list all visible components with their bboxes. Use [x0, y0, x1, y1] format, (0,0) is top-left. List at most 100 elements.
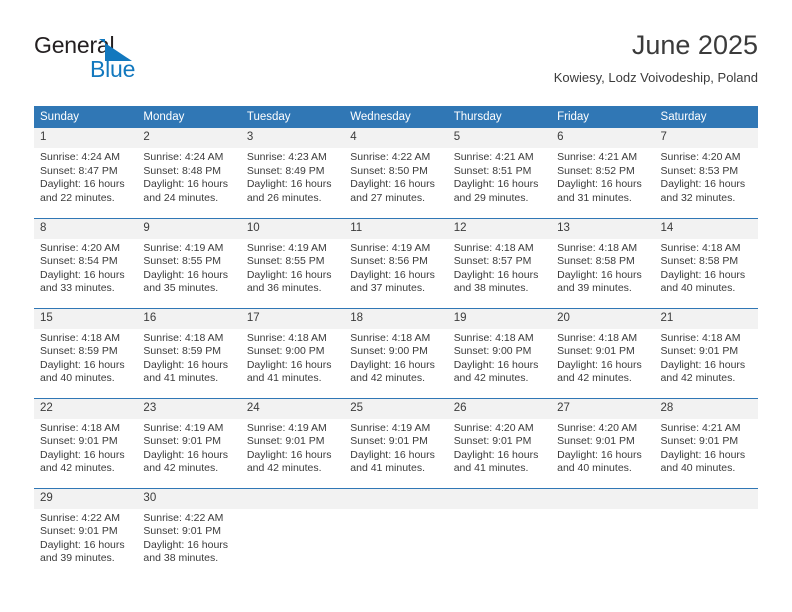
- calendar-day-cell[interactable]: 12 Sunrise: 4:18 AM Sunset: 8:57 PM Dayligh…: [447, 217, 552, 308]
- page-subtitle: Kowiesy, Lodz Voivodeship, Poland: [553, 70, 758, 85]
- day-details: Sunrise: 4:18 AM Sunset: 9:01 PM Daylight:…: [34, 419, 137, 476]
- day-details: Sunrise: 4:18 AM Sunset: 9:00 PM Daylight:…: [344, 329, 447, 386]
- sunrise-text: Sunrise: 4:20 AM: [557, 421, 638, 434]
- sunset-text: Sunset: 8:54 PM: [40, 255, 118, 268]
- calendar-day-cell[interactable]: 13 Sunrise: 4:18 AM Sunset: 8:58 PM Dayligh…: [551, 217, 655, 308]
- daylight-line2-text: and 38 minutes.: [143, 552, 219, 565]
- sunset-text: Sunset: 8:47 PM: [40, 164, 118, 177]
- weekday-header-monday: Monday: [137, 106, 241, 128]
- sunset-text: Sunset: 8:59 PM: [143, 345, 222, 358]
- calendar-day-cell[interactable]: 11 Sunrise: 4:19 AM Sunset: 8:56 PM Dayligh…: [344, 217, 448, 308]
- calendar-day-cell[interactable]: 6 Sunrise: 4:21 AM Sunset: 8:52 PM Daylight…: [551, 128, 655, 218]
- daylight-line2-text: and 42 minutes.: [40, 462, 115, 475]
- daylight-line1-text: Daylight: 16 hours: [40, 538, 125, 551]
- daylight-line2-text: and 22 minutes.: [40, 191, 115, 204]
- daylight-line1-text: Daylight: 16 hours: [660, 268, 746, 281]
- daylight-line2-text: and 37 minutes.: [350, 282, 425, 295]
- calendar-day-cell[interactable]: 19 Sunrise: 4:18 AM Sunset: 9:00 PM Dayligh…: [447, 307, 552, 398]
- sunset-text: Sunset: 8:56 PM: [350, 255, 428, 268]
- day-details: Sunrise: 4:19 AM Sunset: 8:55 PM Daylight:…: [241, 239, 344, 296]
- calendar-day-cell[interactable]: 5 Sunrise: 4:21 AM Sunset: 8:51 PM Daylight…: [447, 128, 552, 218]
- calendar-day-cell[interactable]: 18 Sunrise: 4:18 AM Sunset: 9:00 PM Dayligh…: [344, 307, 448, 398]
- day-number: 20: [551, 308, 655, 329]
- calendar-day-cell[interactable]: 23 Sunrise: 4:19 AM Sunset: 9:01 PM Dayligh…: [137, 397, 241, 488]
- daylight-line1-text: Daylight: 16 hours: [143, 178, 229, 191]
- weekday-header-wednesday: Wednesday: [344, 106, 448, 128]
- daylight-line1-text: Daylight: 16 hours: [40, 268, 125, 281]
- sunrise-text: Sunrise: 4:22 AM: [143, 511, 224, 524]
- calendar-day-cell[interactable]: 2 Sunrise: 4:24 AM Sunset: 8:48 PM Daylight…: [137, 128, 241, 218]
- calendar-day-cell[interactable]: 4 Sunrise: 4:22 AM Sunset: 8:50 PM Daylight…: [344, 128, 448, 218]
- daylight-line2-text: and 35 minutes.: [143, 282, 219, 295]
- daylight-line2-text: and 33 minutes.: [40, 282, 115, 295]
- daylight-line1-text: Daylight: 16 hours: [453, 178, 539, 191]
- calendar-week-row: 8 Sunrise: 4:20 AM Sunset: 8:54 PM Daylight…: [34, 217, 758, 308]
- calendar-day-cell[interactable]: 27 Sunrise: 4:20 AM Sunset: 9:01 PM Dayligh…: [551, 397, 655, 488]
- calendar-week-row: 29 Sunrise: 4:22 AM Sunset: 9:01 PM Dayligh…: [34, 487, 758, 578]
- calendar-day-cell[interactable]: 25 Sunrise: 4:19 AM Sunset: 9:01 PM Dayligh…: [344, 397, 448, 488]
- sunrise-text: Sunrise: 4:18 AM: [557, 331, 638, 344]
- day-details: Sunrise: 4:19 AM Sunset: 9:01 PM Daylight:…: [344, 419, 447, 476]
- brand-name-blue: Blue: [90, 56, 136, 82]
- calendar-day-cell[interactable]: 30 Sunrise: 4:22 AM Sunset: 9:01 PM Dayligh…: [137, 487, 241, 578]
- weekday-header-saturday: Saturday: [654, 106, 758, 128]
- sunset-text: Sunset: 8:48 PM: [143, 164, 222, 177]
- calendar-week-row: 15 Sunrise: 4:18 AM Sunset: 8:59 PM Dayligh…: [34, 307, 758, 398]
- calendar-day-cell[interactable]: 14 Sunrise: 4:18 AM Sunset: 8:58 PM Dayligh…: [654, 217, 758, 308]
- day-number: 18: [344, 308, 448, 329]
- calendar-day-cell[interactable]: 3 Sunrise: 4:23 AM Sunset: 8:49 PM Daylight…: [240, 128, 345, 218]
- daylight-line2-text: and 42 minutes.: [350, 372, 425, 385]
- brand-logo[interactable]: General Blue: [34, 32, 174, 88]
- sunrise-text: Sunrise: 4:20 AM: [660, 151, 741, 163]
- sunrise-text: Sunrise: 4:18 AM: [350, 331, 431, 344]
- daylight-line1-text: Daylight: 16 hours: [453, 358, 539, 371]
- sunrise-text: Sunrise: 4:18 AM: [453, 331, 534, 344]
- sunset-text: Sunset: 9:01 PM: [350, 435, 428, 448]
- calendar-day-cell[interactable]: 29 Sunrise: 4:22 AM Sunset: 9:01 PM Dayligh…: [34, 487, 138, 578]
- calendar-day-cell[interactable]: 20 Sunrise: 4:18 AM Sunset: 9:01 PM Dayligh…: [551, 307, 655, 398]
- calendar-day-cell[interactable]: 16 Sunrise: 4:18 AM Sunset: 8:59 PM Dayligh…: [137, 307, 241, 398]
- calendar-day-cell[interactable]: 21 Sunrise: 4:18 AM Sunset: 9:01 PM Dayligh…: [654, 307, 758, 398]
- calendar-day-cell[interactable]: 15 Sunrise: 4:18 AM Sunset: 8:59 PM Dayligh…: [34, 307, 138, 398]
- sunset-text: Sunset: 8:59 PM: [40, 345, 118, 358]
- day-number: 24: [240, 398, 345, 419]
- daylight-line2-text: and 41 minutes.: [453, 462, 529, 475]
- calendar-day-cell[interactable]: 26 Sunrise: 4:20 AM Sunset: 9:01 PM Dayligh…: [447, 397, 552, 488]
- calendar-day-cell[interactable]: 7 Sunrise: 4:20 AM Sunset: 8:53 PM Daylight…: [654, 128, 758, 218]
- sunset-text: Sunset: 9:01 PM: [143, 435, 222, 448]
- day-details: Sunrise: 4:20 AM Sunset: 9:01 PM Daylight:…: [551, 419, 654, 476]
- calendar-day-cell[interactable]: 28 Sunrise: 4:21 AM Sunset: 9:01 PM Dayligh…: [654, 397, 758, 488]
- sunset-text: Sunset: 9:01 PM: [557, 435, 635, 448]
- daylight-line1-text: Daylight: 16 hours: [143, 358, 229, 371]
- sunset-text: Sunset: 9:01 PM: [40, 435, 118, 448]
- daylight-line1-text: Daylight: 16 hours: [143, 538, 229, 551]
- day-number: 15: [34, 308, 138, 329]
- calendar-day-cell[interactable]: 22 Sunrise: 4:18 AM Sunset: 9:01 PM Dayligh…: [34, 397, 138, 488]
- day-number: 11: [344, 218, 448, 239]
- calendar-table: Sunday Monday Tuesday Wednesday Thursday…: [34, 106, 758, 578]
- sunrise-text: Sunrise: 4:21 AM: [557, 151, 638, 163]
- sunset-text: Sunset: 8:53 PM: [660, 164, 739, 177]
- sunset-text: Sunset: 9:01 PM: [453, 435, 532, 448]
- daylight-line2-text: and 40 minutes.: [557, 462, 632, 475]
- weekday-header-tuesday: Tuesday: [240, 106, 345, 128]
- daylight-line1-text: Daylight: 16 hours: [143, 268, 229, 281]
- day-number: 3: [240, 128, 345, 148]
- daylight-line2-text: and 24 minutes.: [143, 191, 219, 204]
- calendar-day-cell[interactable]: 17 Sunrise: 4:18 AM Sunset: 9:00 PM Dayligh…: [240, 307, 345, 398]
- calendar-day-cell[interactable]: 1 Sunrise: 4:24 AM Sunset: 8:47 PM Daylight…: [34, 128, 138, 218]
- sunrise-text: Sunrise: 4:18 AM: [660, 241, 741, 254]
- calendar-empty-cell: [344, 487, 448, 578]
- sunrise-text: Sunrise: 4:19 AM: [143, 421, 224, 434]
- calendar-day-cell[interactable]: 9 Sunrise: 4:19 AM Sunset: 8:55 PM Daylight…: [137, 217, 241, 308]
- calendar-day-cell[interactable]: 8 Sunrise: 4:20 AM Sunset: 8:54 PM Daylight…: [34, 217, 138, 308]
- weekday-header-sunday: Sunday: [34, 106, 138, 128]
- sunset-text: Sunset: 8:49 PM: [246, 164, 325, 177]
- sunset-text: Sunset: 9:00 PM: [246, 345, 325, 358]
- day-number: 19: [447, 308, 552, 329]
- sunrise-text: Sunrise: 4:19 AM: [350, 241, 431, 254]
- daylight-line2-text: and 42 minutes.: [143, 462, 219, 475]
- calendar-day-cell[interactable]: 24 Sunrise: 4:19 AM Sunset: 9:01 PM Dayligh…: [240, 397, 345, 488]
- daylight-line1-text: Daylight: 16 hours: [40, 178, 125, 191]
- calendar-day-cell[interactable]: 10 Sunrise: 4:19 AM Sunset: 8:55 PM Dayligh…: [240, 217, 345, 308]
